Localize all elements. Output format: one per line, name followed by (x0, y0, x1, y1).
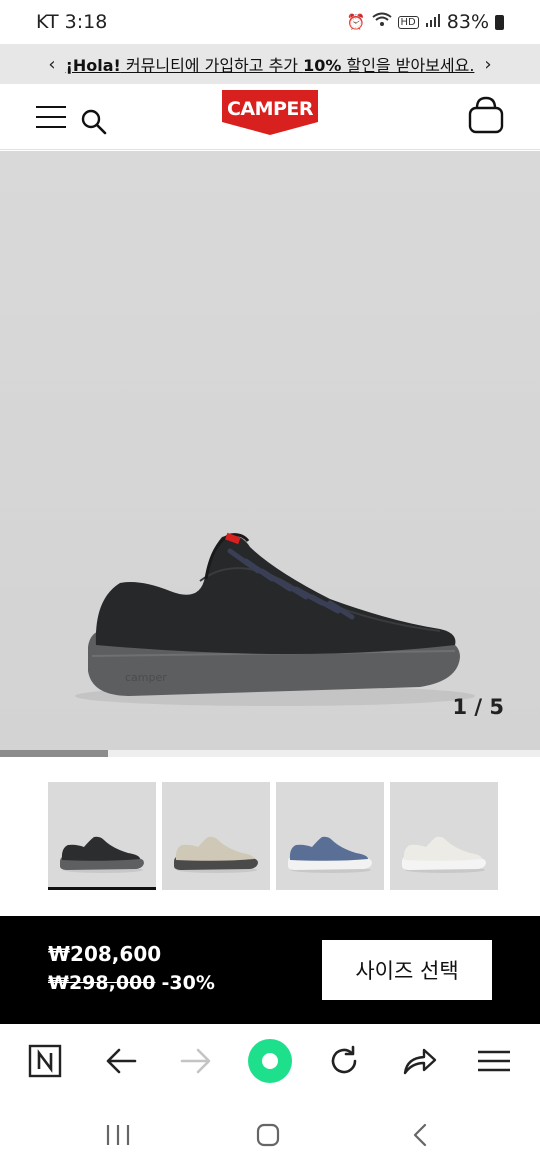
status-icons: ⏰ HD 83% (347, 11, 504, 33)
refresh-icon[interactable] (320, 1038, 368, 1084)
product-image: camper (75, 532, 475, 706)
browser-toolbar (0, 1024, 540, 1098)
thumbnail-strip (48, 782, 498, 890)
price-details: ₩298,000 -30% (48, 972, 215, 994)
gallery-progress-fill (0, 750, 108, 757)
home-icon[interactable] (248, 1120, 288, 1150)
system-navigation-bar (0, 1098, 540, 1170)
thumbnail-shoe-image (288, 836, 372, 873)
forward-arrow-icon[interactable] (172, 1038, 220, 1084)
thumbnail-shoe-image (402, 836, 486, 873)
signal-icon (425, 13, 441, 31)
image-counter: 1 / 5 (452, 695, 504, 719)
gallery-progress (0, 750, 540, 757)
camper-logo[interactable]: CAMPER (222, 86, 318, 136)
thumbnail-white[interactable] (390, 782, 498, 890)
current-price: ₩208,600 (48, 942, 162, 966)
menu-icon[interactable] (36, 104, 66, 130)
promo-main: 커뮤니티에 가입하고 추가 (120, 56, 304, 75)
site-header: CAMPER (0, 84, 540, 150)
purchase-bar: ₩208,600 ₩298,000 -30% 사이즈 선택 (0, 916, 540, 1024)
naver-home-icon[interactable] (21, 1038, 69, 1084)
chevron-right-icon[interactable]: › (484, 54, 491, 75)
promo-link[interactable]: ¡Hola! 커뮤니티에 가입하고 추가 10% 할인을 받아보세요. (66, 52, 475, 76)
hd-icon: HD (397, 15, 419, 29)
discount-badge: -30% (161, 972, 215, 994)
thumbnail-beige[interactable] (162, 782, 270, 890)
wifi-icon (371, 12, 392, 32)
shopping-bag-icon[interactable] (468, 96, 504, 134)
product-image-gallery[interactable]: camper 1 / 5 (0, 151, 540, 750)
thumbnail-black[interactable] (48, 782, 156, 890)
battery-percent: 83% (446, 11, 489, 33)
back-icon[interactable] (400, 1120, 440, 1150)
original-price: ₩298,000 (48, 972, 156, 994)
share-icon[interactable] (396, 1038, 444, 1084)
thumbnail-blue[interactable] (276, 782, 384, 890)
svg-text:camper: camper (125, 671, 167, 684)
back-arrow-icon[interactable] (97, 1038, 145, 1084)
select-size-button[interactable]: 사이즈 선택 (322, 940, 492, 1000)
promo-hola: ¡Hola! (65, 56, 121, 75)
thumbnail-shoe-image (60, 836, 144, 873)
carrier-time: KT 3:18 (36, 11, 108, 33)
chevron-left-icon[interactable]: ‹ (48, 54, 55, 75)
hamburger-menu-icon[interactable] (470, 1038, 518, 1084)
green-dot-home-icon[interactable] (246, 1038, 294, 1084)
logo-text: CAMPER (227, 98, 314, 120)
promo-percent: 10% (303, 56, 342, 75)
alarm-icon: ⏰ (346, 13, 366, 31)
recent-apps-icon[interactable] (98, 1120, 138, 1150)
battery-icon (495, 14, 504, 30)
thumbnail-shoe-image (174, 836, 258, 873)
promo-banner[interactable]: ‹ ¡Hola! 커뮤니티에 가입하고 추가 10% 할인을 받아보세요. › (0, 44, 540, 84)
search-icon[interactable] (80, 108, 108, 136)
status-bar: KT 3:18 ⏰ HD 83% (0, 0, 540, 44)
promo-end: 할인을 받아보세요. (341, 56, 475, 75)
